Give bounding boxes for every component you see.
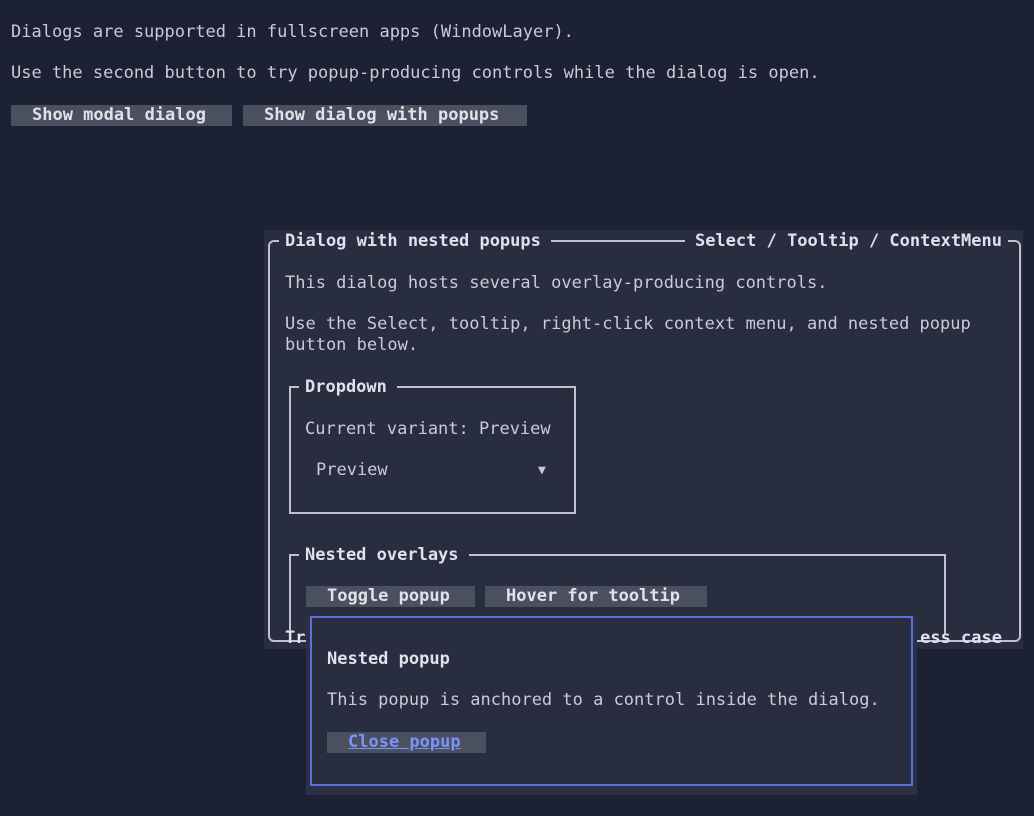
dialog-instructions-line2: button below. bbox=[285, 335, 419, 355]
popup-title: Nested popup bbox=[327, 649, 450, 669]
dropdown-group-title: Dropdown bbox=[299, 377, 397, 398]
chevron-down-icon: ▼ bbox=[538, 463, 546, 478]
show-dialog-with-popups-label: Show dialog with popups bbox=[264, 105, 500, 125]
hover-for-tooltip-button[interactable]: Hover for tooltip bbox=[485, 586, 707, 607]
nested-popup: Nested popup This popup is anchored to a… bbox=[310, 616, 913, 786]
dialog-bottom-text-start: Tr bbox=[285, 628, 306, 648]
dialog-title: Dialog with nested popups bbox=[279, 231, 551, 252]
dialog-instructions-line1: Use the Select, tooltip, right-click con… bbox=[285, 314, 971, 334]
dialog-panel: Dialog with nested popups Select / Toolt… bbox=[264, 230, 1023, 649]
variant-select[interactable]: Preview ▼ bbox=[305, 460, 555, 481]
instruction-text: Use the second button to try popup-produ… bbox=[11, 63, 820, 83]
hover-for-tooltip-label: Hover for tooltip bbox=[506, 586, 680, 606]
toggle-popup-label: Toggle popup bbox=[327, 586, 450, 606]
popup-body: This popup is anchored to a control insi… bbox=[327, 690, 880, 710]
show-dialog-with-popups-button[interactable]: Show dialog with popups bbox=[243, 105, 527, 126]
variant-select-value: Preview bbox=[316, 460, 388, 480]
nested-overlays-group-title: Nested overlays bbox=[299, 545, 469, 566]
dialog-right-title: Select / Tooltip / ContextMenu bbox=[684, 231, 1008, 252]
close-popup-button[interactable]: Close popup bbox=[327, 732, 486, 753]
dialog-bottom-text-end: ess case bbox=[920, 628, 1002, 648]
close-popup-label: Close popup bbox=[348, 732, 461, 752]
current-variant-text: Current variant: Preview bbox=[305, 419, 551, 439]
show-modal-dialog-label: Show modal dialog bbox=[32, 105, 206, 125]
dialog-description: This dialog hosts several overlay-produc… bbox=[285, 273, 828, 293]
toggle-popup-button[interactable]: Toggle popup bbox=[306, 586, 475, 607]
intro-text: Dialogs are supported in fullscreen apps… bbox=[11, 22, 574, 42]
show-modal-dialog-button[interactable]: Show modal dialog bbox=[11, 105, 232, 126]
